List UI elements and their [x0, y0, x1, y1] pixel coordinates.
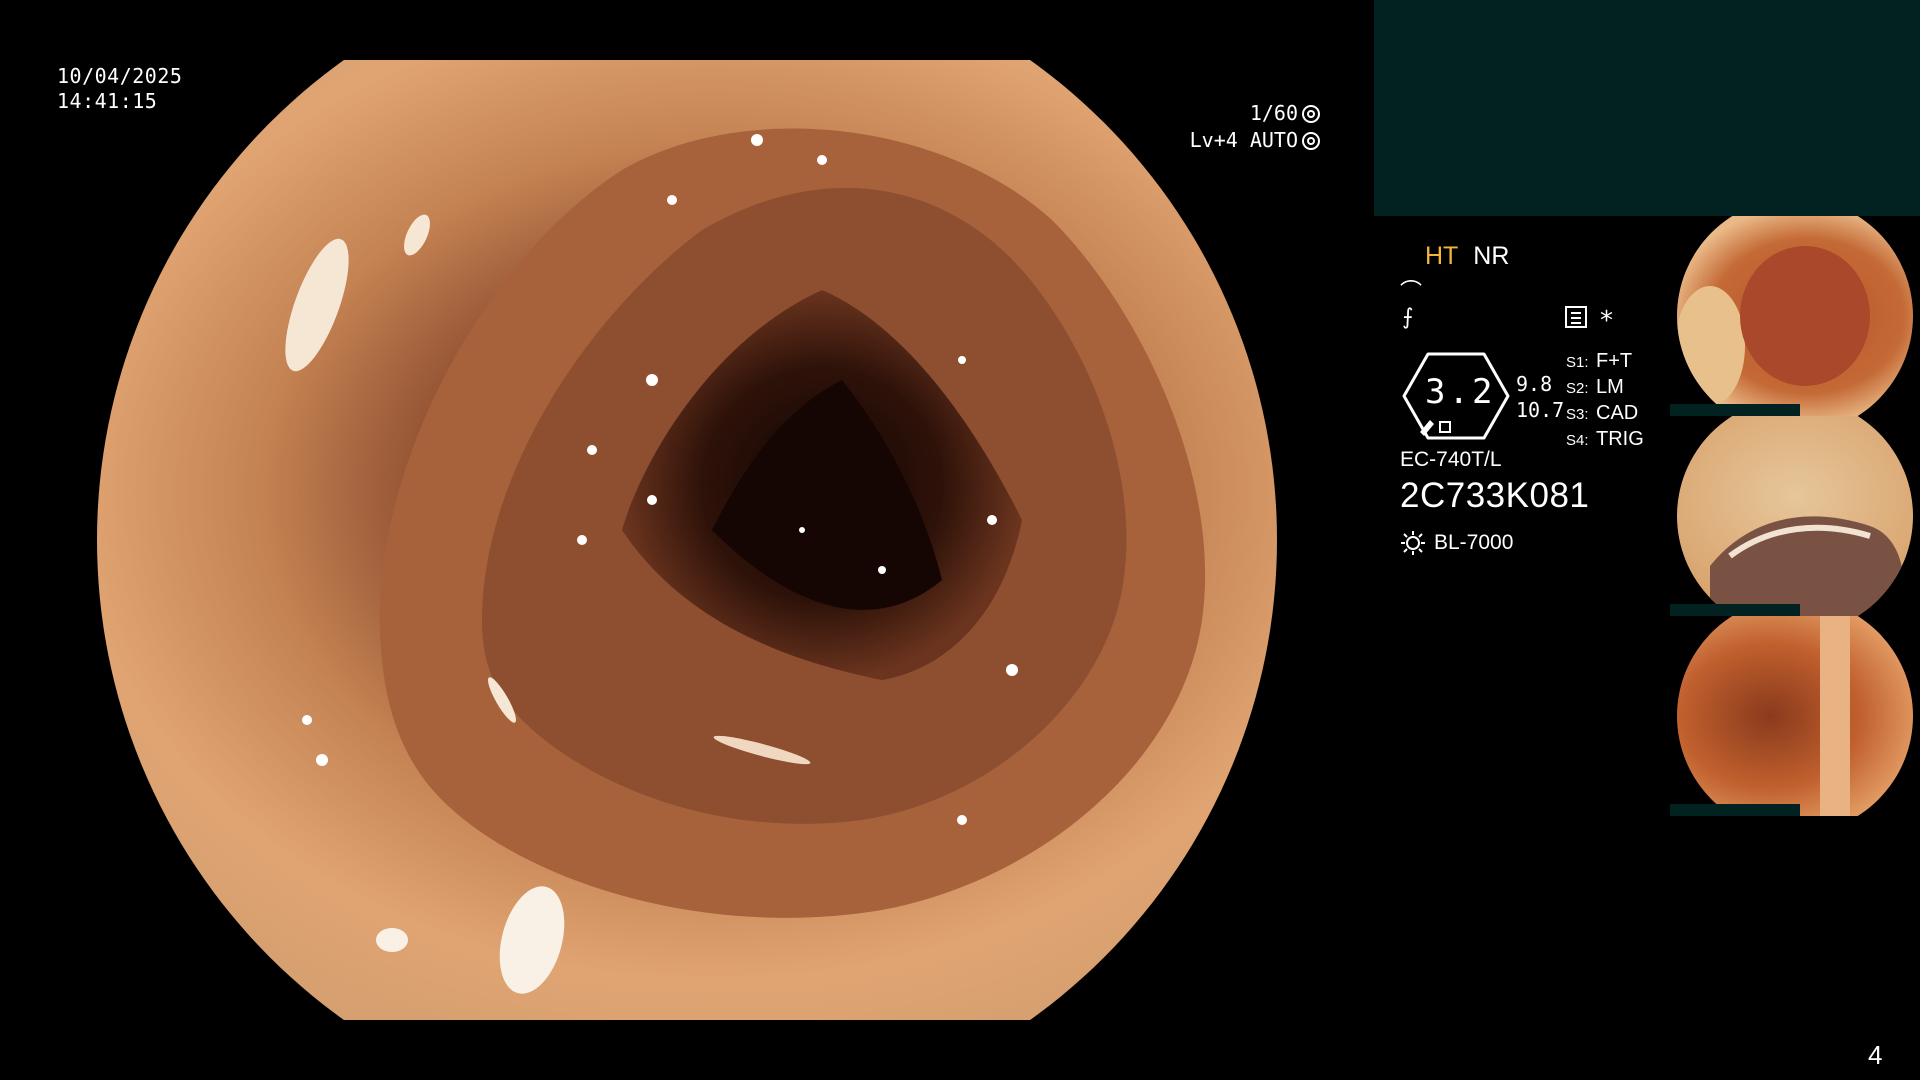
- capture-thumbnail[interactable]: [1670, 416, 1920, 616]
- exposure-readout: 1/60 Lv+4 AUTO: [1190, 100, 1320, 154]
- endoscope-view: [62, 60, 1312, 1020]
- value-top: 9.8: [1516, 372, 1553, 396]
- measurement-values: 9.8 10.7: [1516, 371, 1564, 423]
- star-indicator: *: [1600, 306, 1613, 336]
- switch-row: S4: TRIG: [1566, 428, 1644, 450]
- date-time-readout: 10/04/2025 14:41:15: [57, 64, 182, 114]
- value-bottom: 10.7: [1516, 398, 1565, 422]
- color-mode-icon: ⨍: [1402, 305, 1414, 330]
- page-number: 4: [1868, 1040, 1883, 1070]
- switch-row: S1: F+T: [1566, 350, 1633, 372]
- time-text: 14:41:15: [57, 89, 158, 113]
- processing-status: HT NR: [1425, 242, 1509, 271]
- light-source-icon: [1401, 531, 1425, 555]
- capture-thumbnail[interactable]: [1670, 616, 1920, 816]
- auto-iris-icon: [1302, 131, 1320, 150]
- light-source: BL-7000: [1400, 530, 1513, 556]
- switch-row: S3: CAD: [1566, 402, 1639, 424]
- date-text: 10/04/2025: [57, 64, 183, 88]
- light-level-text: Lv+4 AUTO: [1189, 128, 1298, 152]
- info-header-box: [1374, 0, 1920, 216]
- shutter-icon: [1302, 104, 1320, 123]
- light-source-label: BL-7000: [1434, 531, 1514, 554]
- gauge-value: 3.2: [1425, 372, 1496, 412]
- switch-assignments: S1: F+T S2: LM S3: CAD S4: TRIG: [1566, 349, 1644, 453]
- noise-reduction-label: NR: [1473, 242, 1510, 270]
- menu-icon[interactable]: [1565, 306, 1587, 328]
- switch-row: S2: LM: [1566, 376, 1624, 398]
- scope-model: EC-740T/L: [1400, 448, 1502, 471]
- capture-thumbnail[interactable]: [1670, 216, 1920, 416]
- shutter-speed-text: 1/60: [1249, 101, 1298, 125]
- enhance-mode-icon: ⌒: [1400, 280, 1423, 305]
- enhance-label: HT: [1425, 242, 1459, 270]
- scope-serial: 2C733K081: [1400, 476, 1590, 515]
